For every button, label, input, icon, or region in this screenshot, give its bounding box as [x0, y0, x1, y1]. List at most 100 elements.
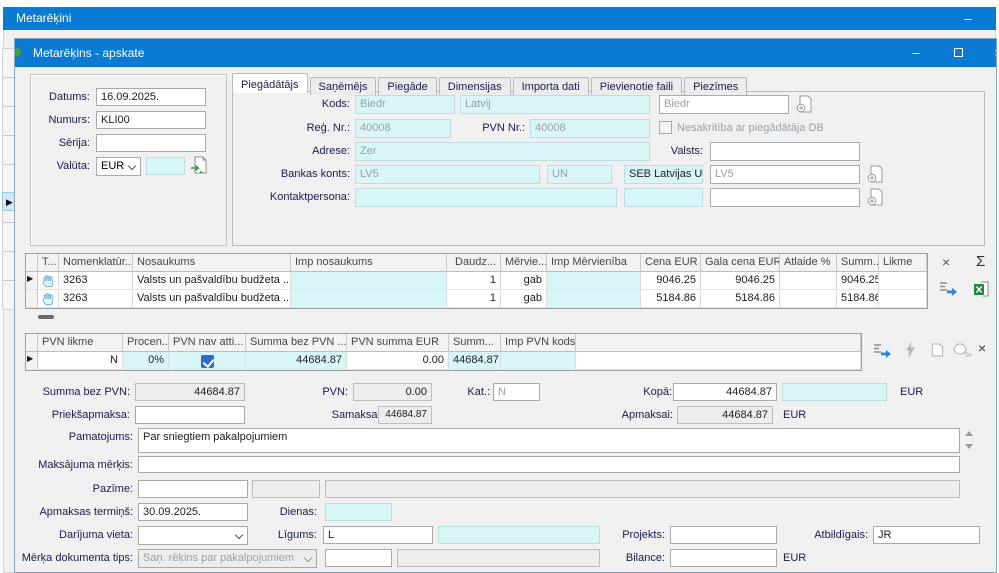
cell-daudzums[interactable]: 1: [447, 290, 501, 308]
delete-row-icon[interactable]: ×: [978, 340, 986, 356]
spinner-up-icon[interactable]: [965, 431, 973, 436]
numurs-field[interactable]: KLI00: [96, 111, 206, 129]
cell-imp-pvn-kods[interactable]: [501, 352, 576, 370]
bilance-field[interactable]: [670, 549, 777, 567]
cell-cena[interactable]: 5184.86: [641, 290, 701, 308]
kontakt-field-3[interactable]: [710, 188, 860, 207]
spinner-down-icon[interactable]: [965, 444, 973, 449]
tab-piezimes[interactable]: Piezīmes: [684, 77, 747, 95]
cell-nomenklatura[interactable]: 3263: [59, 272, 133, 290]
serija-field[interactable]: [96, 134, 206, 152]
lookup-document-icon[interactable]: [795, 95, 813, 114]
tab-pievienotie-faili[interactable]: Pievienotie faili: [591, 77, 682, 95]
cell-summa[interactable]: 9046.25: [837, 272, 879, 290]
col-pvn-nav[interactable]: PVN nav atti...: [169, 334, 246, 352]
col-gala-cena[interactable]: Gala cena EUR: [701, 254, 780, 272]
close-icon[interactable]: ×: [983, 43, 996, 63]
cell-nomenklatura[interactable]: 3263: [59, 290, 133, 308]
col-summa-bez[interactable]: Summa bez PVN ...: [246, 334, 347, 352]
kontakt-field-1[interactable]: [355, 188, 617, 207]
prieksapmaksa-field[interactable]: [135, 406, 245, 424]
maximize-icon[interactable]: [943, 43, 973, 63]
excel-export-icon[interactable]: [973, 280, 991, 298]
projekts-field[interactable]: [670, 526, 777, 544]
darijuma-vieta-select[interactable]: [138, 526, 248, 545]
minimize-icon[interactable]: –: [955, 9, 981, 28]
cell-summa[interactable]: 5184.86: [837, 290, 879, 308]
kopa-valuta-field[interactable]: [782, 383, 887, 401]
col-procents[interactable]: Procen...: [123, 334, 169, 352]
col-imp-nosaukums[interactable]: Imp nosaukums: [291, 254, 447, 272]
valsts-field[interactable]: [710, 142, 860, 161]
cell-mervieniba[interactable]: gab: [501, 290, 547, 308]
col-nomenklatura[interactable]: Nomenklatūr...: [59, 254, 133, 272]
col-summa[interactable]: Summ...: [449, 334, 501, 352]
tab-dimensijas[interactable]: Dimensijas: [439, 77, 511, 95]
tab-sanemejs[interactable]: Saņēmējs: [310, 77, 377, 95]
ligums-field[interactable]: L: [323, 526, 433, 544]
cell-likme[interactable]: [879, 290, 927, 308]
cell-gala-cena[interactable]: 9046.25: [701, 272, 780, 290]
cell-nosaukums[interactable]: Valsts un pašvaldību budžeta ...: [133, 272, 291, 290]
cell-imp-mervieniba[interactable]: [547, 272, 641, 290]
cell-imp-mervieniba[interactable]: [547, 290, 641, 308]
cell-pvn-nav[interactable]: [169, 352, 246, 370]
cell-gala-cena[interactable]: 5184.86: [701, 290, 780, 308]
pamatojums-field[interactable]: Par sniegtiem pakalpojumiem: [138, 428, 960, 453]
pvn-nr-field[interactable]: 40008: [530, 119, 650, 138]
kods-field[interactable]: Biedr: [355, 95, 455, 114]
cell-procents[interactable]: 0%: [123, 352, 169, 370]
tab-piegade[interactable]: Piegāde: [378, 77, 436, 95]
list-import-icon[interactable]: [872, 342, 892, 358]
adrese-field[interactable]: Zer: [355, 142, 650, 161]
col-summa[interactable]: Summ...: [837, 254, 879, 272]
apmaksas-termins-field[interactable]: 30.09.2025.: [138, 503, 248, 521]
kat-field[interactable]: N: [493, 383, 540, 401]
pazime-field[interactable]: [138, 480, 248, 498]
lookup-document-icon[interactable]: [866, 165, 884, 184]
kopa-field[interactable]: 44684.87: [673, 383, 777, 401]
cell-likme[interactable]: [879, 272, 927, 290]
dienas-field[interactable]: [325, 503, 392, 521]
col-mervieniba[interactable]: Mērvie...: [501, 254, 547, 272]
lookup-icon[interactable]: [953, 343, 972, 357]
col-cena[interactable]: Cena EUR: [641, 254, 701, 272]
tab-importa-dati[interactable]: Importa dati: [513, 77, 589, 95]
valuta-select[interactable]: EUR: [96, 157, 141, 176]
merka-dok-field-2[interactable]: [325, 549, 392, 567]
sum-icon[interactable]: Σ: [976, 253, 985, 270]
banka-field[interactable]: SEB Latvijas Unib: [624, 165, 703, 184]
col-imp-pvn-kods[interactable]: Imp PVN kods: [501, 334, 576, 352]
col-pvn-likme[interactable]: PVN likme: [38, 334, 123, 352]
cell-atlaide[interactable]: [780, 290, 837, 308]
col-likme[interactable]: Likme: [879, 254, 927, 272]
document-icon[interactable]: [931, 343, 944, 357]
cell-nosaukums[interactable]: Valsts un pašvaldību budžeta ...: [133, 290, 291, 308]
checkbox-checked-icon[interactable]: [201, 355, 214, 368]
tab-piegadatajs[interactable]: Piegādātājs: [232, 73, 308, 93]
cell-cena[interactable]: 9046.25: [641, 272, 701, 290]
cell-imp-nosaukums[interactable]: [291, 290, 447, 308]
ligums-field-2[interactable]: [438, 526, 600, 544]
swift-field[interactable]: UN: [547, 165, 612, 184]
mismatch-checkbox[interactable]: [659, 121, 672, 134]
cell-mervieniba[interactable]: gab: [501, 272, 547, 290]
banka-db-field[interactable]: LV5: [710, 165, 860, 184]
col-nosaukums[interactable]: Nosaukums: [133, 254, 291, 272]
hscrollbar-thumb[interactable]: [38, 315, 54, 319]
delete-row-icon[interactable]: ×: [942, 254, 950, 270]
exchange-rate-icon[interactable]: [189, 155, 208, 175]
kontakt-field-2[interactable]: [624, 188, 703, 207]
col-t[interactable]: T...: [38, 254, 59, 272]
cell-pvn-likme[interactable]: N: [38, 352, 123, 370]
maksajuma-merkis-field[interactable]: [138, 456, 960, 473]
cell-pvn-summa[interactable]: 0.00: [347, 352, 449, 370]
reg-nr-field[interactable]: 40008: [355, 119, 451, 138]
cell-atlaide[interactable]: [780, 272, 837, 290]
datums-field[interactable]: 16.09.2025.: [96, 88, 206, 106]
list-import-icon[interactable]: [938, 280, 958, 296]
col-daudzums[interactable]: Daudz...: [447, 254, 501, 272]
minimize-icon[interactable]: –: [901, 43, 931, 63]
cell-daudzums[interactable]: 1: [447, 272, 501, 290]
col-imp-mervieniba[interactable]: Imp Mērvienība: [547, 254, 641, 272]
